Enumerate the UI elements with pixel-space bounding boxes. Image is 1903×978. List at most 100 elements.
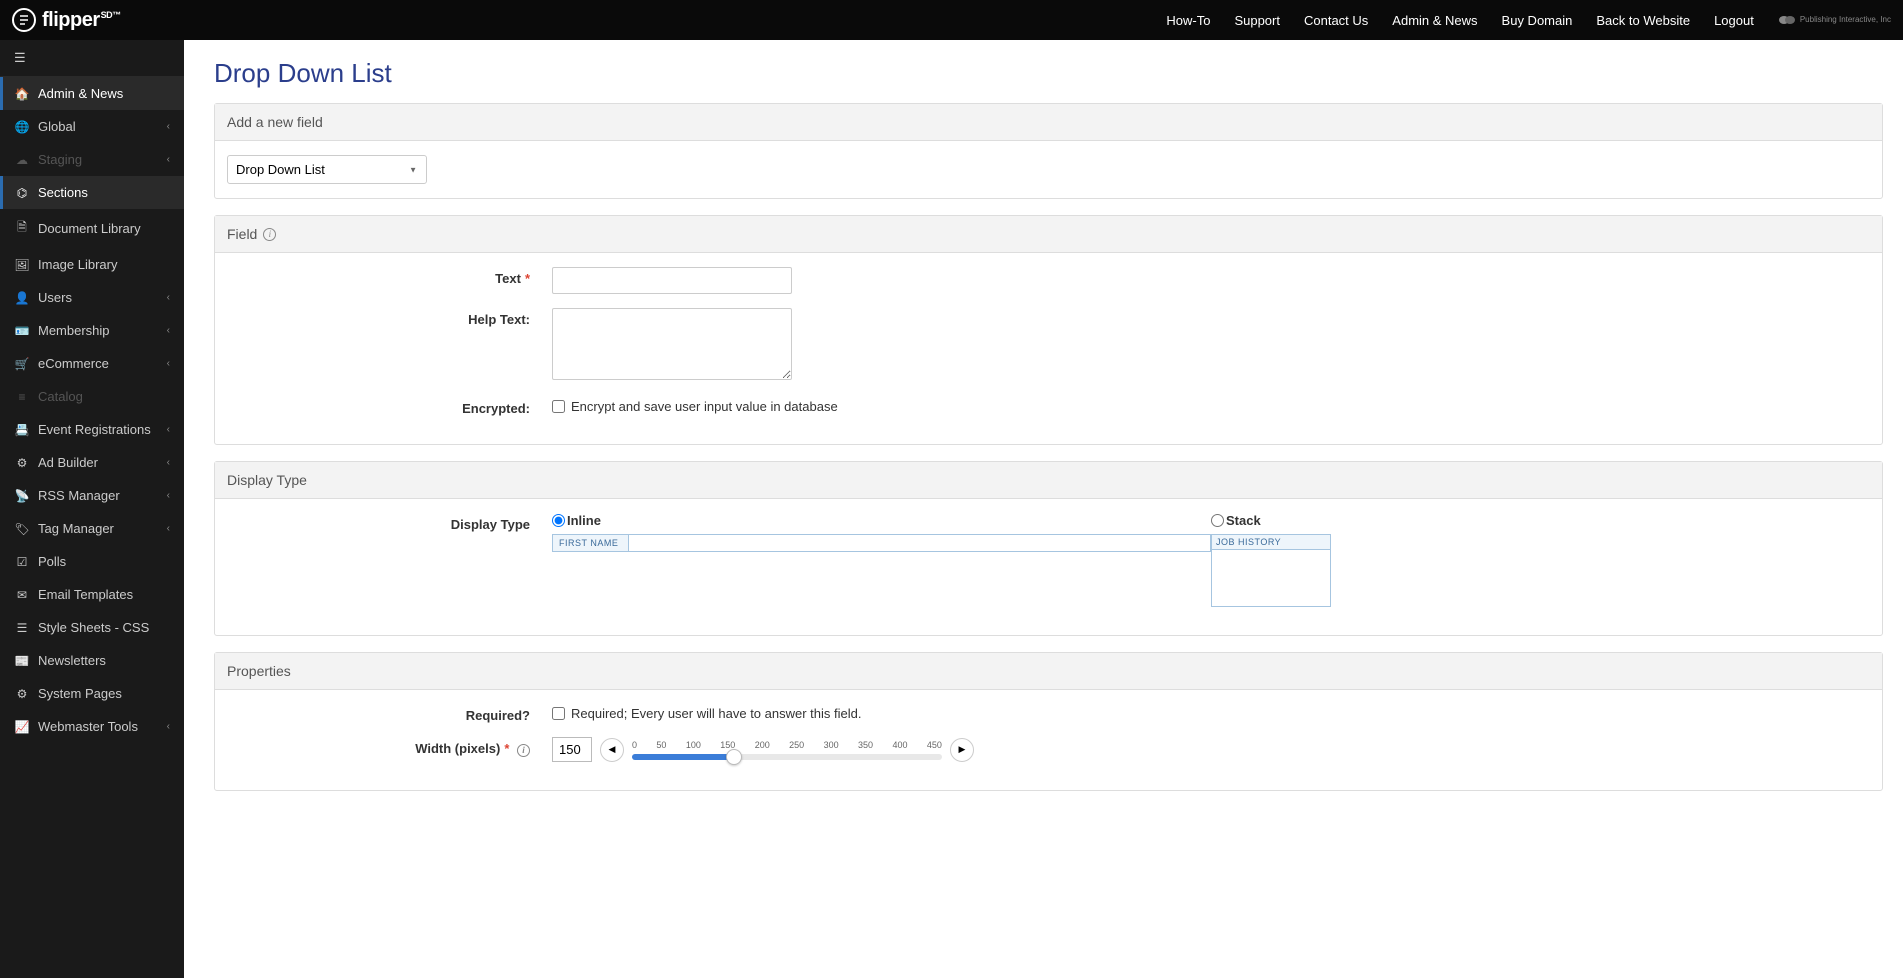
sidebar-item-label: Global [38, 119, 76, 134]
sidebar-item-label: Newsletters [38, 653, 106, 668]
gears-icon: ⚙ [14, 456, 30, 470]
display-option-inline: Inline FIRST NAME [552, 513, 1211, 607]
sidebar: ☰ 🏠Admin & News🌐Global‹☁Staging‹⌬Section… [0, 40, 184, 978]
css-icon: ☰ [14, 621, 30, 635]
inline-radio[interactable] [552, 514, 565, 527]
encrypted-label: Encrypted: [227, 397, 552, 416]
sidebar-item-style-sheets-css[interactable]: ☰Style Sheets - CSS [0, 611, 184, 644]
sidebar-item-label: Event Registrations [38, 422, 151, 437]
chevron-left-icon: ‹ [167, 358, 170, 369]
display-type-label: Display Type [227, 513, 552, 532]
sidebar-item-system-pages[interactable]: ⚙System Pages [0, 677, 184, 710]
nav-support[interactable]: Support [1234, 13, 1280, 28]
chevron-left-icon: ‹ [167, 424, 170, 435]
info-icon[interactable]: i [263, 228, 276, 241]
panel-field-header: Field i [215, 216, 1882, 253]
info-icon[interactable]: i [517, 744, 530, 757]
nav-admin-news[interactable]: Admin & News [1392, 13, 1477, 28]
panel-properties-header: Properties [215, 653, 1882, 690]
field-type-select[interactable]: Drop Down List [227, 155, 427, 184]
sidebar-item-label: Image Library [38, 257, 117, 272]
chevron-left-icon: ‹ [167, 121, 170, 132]
sidebar-item-ecommerce[interactable]: 🛒eCommerce‹ [0, 347, 184, 380]
sidebar-item-document-library[interactable]: 🗎Document Library [0, 209, 184, 248]
chevron-left-icon: ‹ [167, 292, 170, 303]
news-icon: 📰 [14, 654, 30, 668]
slider-increment[interactable]: ▶ [950, 738, 974, 762]
doc-icon: 🗎 [14, 218, 30, 239]
sidebar-item-webmaster-tools[interactable]: 📈Webmaster Tools‹ [0, 710, 184, 743]
cog-icon: ⚙ [14, 687, 30, 701]
inline-radio-label[interactable]: Inline [552, 513, 1211, 528]
stack-radio[interactable] [1211, 514, 1224, 527]
sidebar-item-rss-manager[interactable]: 📡RSS Manager‹ [0, 479, 184, 512]
chevron-left-icon: ‹ [167, 457, 170, 468]
sidebar-item-admin-news[interactable]: 🏠 Admin & News [0, 77, 184, 110]
slider-tick: 50 [656, 740, 666, 750]
stack-radio-label[interactable]: Stack [1211, 513, 1870, 528]
chevron-left-icon: ‹ [167, 154, 170, 165]
sidebar-item-event-registrations[interactable]: 📇 Event Registrations ‹ [0, 413, 184, 446]
width-slider: ◀ 050100150200250300350400450 ▶ [552, 737, 1870, 762]
nav-contact[interactable]: Contact Us [1304, 13, 1368, 28]
slider-handle[interactable] [726, 749, 742, 765]
width-value-input[interactable] [552, 737, 592, 762]
logo: flipperSD™ [12, 8, 121, 32]
nav-buy-domain[interactable]: Buy Domain [1502, 13, 1573, 28]
sidebar-item-label: Sections [38, 185, 88, 200]
logo-icon [12, 8, 36, 32]
inline-preview: FIRST NAME [552, 534, 1211, 552]
slider-tick: 250 [789, 740, 804, 750]
nav-logout[interactable]: Logout [1714, 13, 1754, 28]
sidebar-item-ad-builder[interactable]: ⚙ Ad Builder ‹ [0, 446, 184, 479]
inline-preview-input [629, 535, 699, 551]
sidebar-item-label: Users [38, 290, 72, 305]
sidebar-item-label: Membership [38, 323, 110, 338]
required-checkbox[interactable] [552, 707, 565, 720]
encrypted-checkbox-row[interactable]: Encrypt and save user input value in dat… [552, 397, 1870, 414]
sidebar-item-membership[interactable]: 🪪Membership‹ [0, 314, 184, 347]
sidebar-item-global[interactable]: 🌐Global‹ [0, 110, 184, 143]
display-option-stack: Stack JOB HISTORY [1211, 513, 1870, 607]
slider-fill [632, 754, 734, 760]
sidebar-item-users[interactable]: 👤Users‹ [0, 281, 184, 314]
panel-add-field: Add a new field Drop Down List [214, 103, 1883, 199]
sidebar-item-label: Ad Builder [38, 455, 98, 470]
sidebar-item-label: Email Templates [38, 587, 133, 602]
sidebar-item-polls[interactable]: ☑Polls [0, 545, 184, 578]
sidebar-item-label: Admin & News [38, 86, 123, 101]
panel-field: Field i Text* Help Text: Encrypted: Encr… [214, 215, 1883, 445]
nav-back-to-website[interactable]: Back to Website [1596, 13, 1690, 28]
home-icon: 🏠 [14, 87, 30, 101]
sidebar-item-email-templates[interactable]: ✉ Email Templates [0, 578, 184, 611]
sidebar-item-sections[interactable]: ⌬Sections [0, 176, 184, 209]
panel-add-field-header: Add a new field [215, 104, 1882, 141]
sidebar-toggle[interactable]: ☰ [0, 40, 184, 77]
slider-decrement[interactable]: ◀ [600, 738, 624, 762]
check-icon: ☑ [14, 555, 30, 569]
required-checkbox-row[interactable]: Required; Every user will have to answer… [552, 704, 1870, 721]
sidebar-item-tag-manager[interactable]: 🏷Tag Manager‹ [0, 512, 184, 545]
sidebar-item-newsletters[interactable]: 📰 Newsletters [0, 644, 184, 677]
encrypted-checkbox-label: Encrypt and save user input value in dat… [571, 399, 838, 414]
slider-tick: 350 [858, 740, 873, 750]
sidebar-item-label: Webmaster Tools [38, 719, 138, 734]
header-nav: How-To Support Contact Us Admin & News B… [1166, 13, 1891, 28]
text-input[interactable] [552, 267, 792, 294]
sidebar-item-image-library[interactable]: 🖼Image Library [0, 248, 184, 281]
inline-preview-label: FIRST NAME [553, 535, 629, 551]
chevron-left-icon: ‹ [167, 325, 170, 336]
slider-tick: 200 [755, 740, 770, 750]
calendar-icon: 📇 [14, 423, 30, 437]
list-icon: ≡ [14, 390, 30, 404]
mail-icon: ✉ [14, 588, 30, 602]
encrypted-checkbox[interactable] [552, 400, 565, 413]
sidebar-item-label: Catalog [38, 389, 83, 404]
slider-track[interactable]: 050100150200250300350400450 [632, 740, 942, 760]
required-checkbox-label: Required; Every user will have to answer… [571, 706, 861, 721]
nav-howto[interactable]: How-To [1166, 13, 1210, 28]
help-text-input[interactable] [552, 308, 792, 380]
rss-icon: 📡 [14, 489, 30, 503]
slider-tick: 300 [824, 740, 839, 750]
panel-properties: Properties Required? Required; Every use… [214, 652, 1883, 791]
